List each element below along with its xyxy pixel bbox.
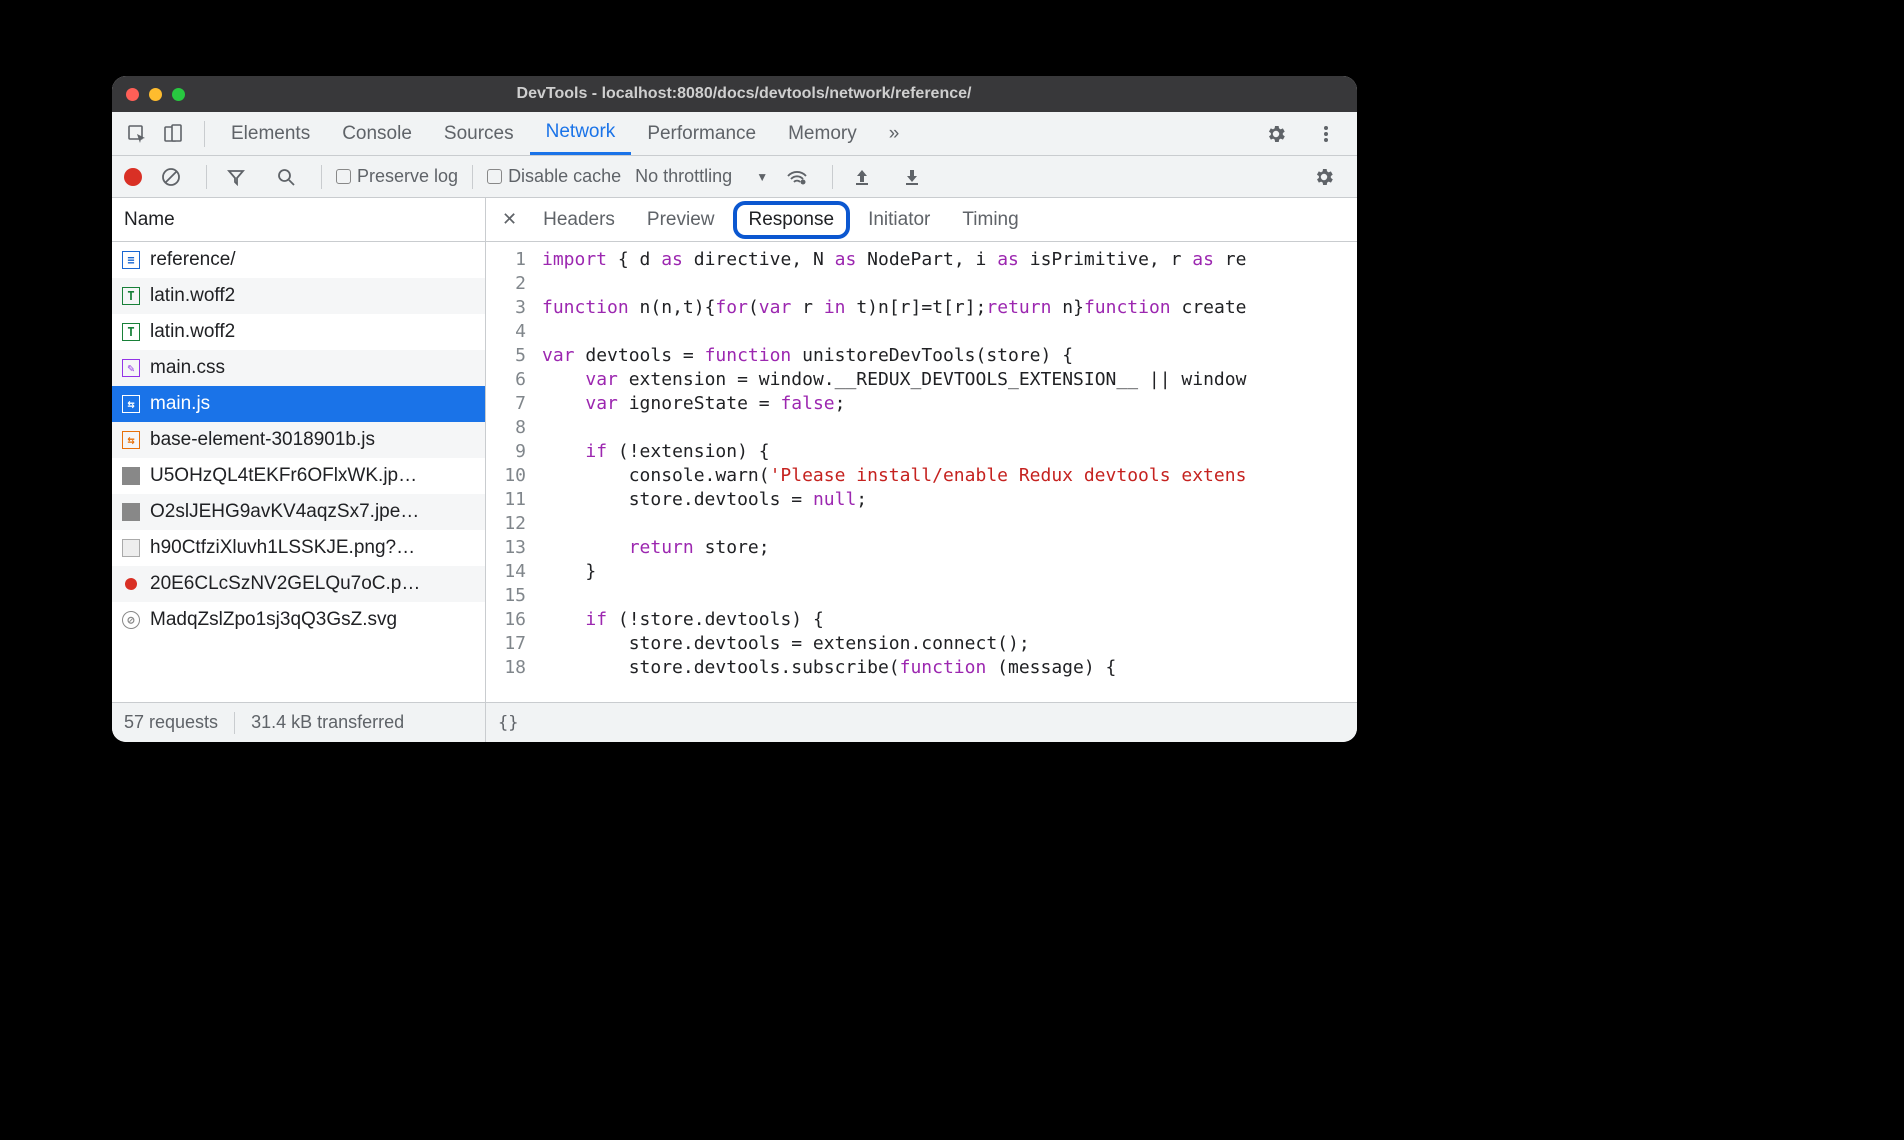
tab-performance[interactable]: Performance <box>631 112 772 155</box>
transferred-size: 31.4 kB transferred <box>251 712 404 733</box>
checkbox-icon <box>336 169 351 184</box>
request-name: main.css <box>150 357 225 379</box>
code-footer-bar: {} <box>486 702 1357 742</box>
disable-cache-checkbox[interactable]: Disable cache <box>487 166 621 187</box>
main-tab-bar: Elements Console Sources Network Perform… <box>112 112 1357 156</box>
clear-icon[interactable] <box>156 162 186 192</box>
request-name: U5OHzQL4tEKFr6OFlxWK.jp… <box>150 465 417 487</box>
requests-count: 57 requests <box>124 712 218 733</box>
disable-cache-label: Disable cache <box>508 166 621 187</box>
pretty-print-button[interactable]: {} <box>498 713 518 733</box>
js-file-icon: ⇆ <box>122 431 140 449</box>
record-button-icon[interactable] <box>124 168 142 186</box>
request-list-panel: Name ≡reference/Tlatin.woff2Tlatin.woff2… <box>112 198 486 742</box>
detail-tab-timing[interactable]: Timing <box>948 205 1032 235</box>
tab-overflow[interactable]: » <box>873 112 916 155</box>
img-file-icon <box>122 467 140 485</box>
css-file-icon: ✎ <box>122 359 140 377</box>
request-name: 20E6CLcSzNV2GELQu7oC.p… <box>150 573 420 595</box>
request-name: latin.woff2 <box>150 321 235 343</box>
detail-panel: ✕ Headers Preview Response Initiator Tim… <box>486 198 1357 742</box>
svg-file-icon: ⊘ <box>122 611 140 629</box>
throttling-dropdown[interactable]: No throttling ▼ <box>635 166 768 187</box>
png-file-icon <box>122 539 140 557</box>
close-window-icon[interactable] <box>126 88 139 101</box>
devtools-window: DevTools - localhost:8080/docs/devtools/… <box>112 76 1357 742</box>
detail-tab-response[interactable]: Response <box>733 201 851 239</box>
tab-sources[interactable]: Sources <box>428 112 530 155</box>
img-file-icon <box>122 503 140 521</box>
request-status-bar: 57 requests 31.4 kB transferred <box>112 702 485 742</box>
font-file-icon: T <box>122 323 140 341</box>
upload-har-icon[interactable] <box>847 162 877 192</box>
preserve-log-checkbox[interactable]: Preserve log <box>336 166 458 187</box>
font-file-icon: T <box>122 287 140 305</box>
request-name: O2slJEHG9avKV4aqzSx7.jpe… <box>150 501 419 523</box>
network-conditions-icon[interactable] <box>782 162 812 192</box>
device-toolbar-icon[interactable] <box>158 119 188 149</box>
detail-tab-initiator[interactable]: Initiator <box>854 205 944 235</box>
titlebar: DevTools - localhost:8080/docs/devtools/… <box>112 76 1357 112</box>
detail-tab-headers[interactable]: Headers <box>529 205 629 235</box>
request-row[interactable]: ⇆ base-element-3018901b.js <box>112 422 485 458</box>
request-row[interactable]: ⇆ main.js <box>112 386 485 422</box>
close-detail-icon[interactable]: ✕ <box>494 209 525 230</box>
network-settings-gear-icon[interactable] <box>1309 162 1339 192</box>
request-name: base-element-3018901b.js <box>150 429 375 451</box>
request-name: latin.woff2 <box>150 285 235 307</box>
separator <box>472 165 473 189</box>
window-title: DevTools - localhost:8080/docs/devtools/… <box>145 85 1343 103</box>
tab-network[interactable]: Network <box>530 112 632 155</box>
dropdown-arrow-icon: ▼ <box>756 170 768 184</box>
request-name: main.js <box>150 393 210 415</box>
detail-tab-bar: ✕ Headers Preview Response Initiator Tim… <box>486 198 1357 242</box>
request-list-body: ≡reference/Tlatin.woff2Tlatin.woff2✎main… <box>112 242 485 702</box>
line-number-gutter: 1 2 3 4 5 6 7 8 9 10 11 12 13 14 15 16 1… <box>486 242 534 702</box>
request-row[interactable]: 20E6CLcSzNV2GELQu7oC.p… <box>112 566 485 602</box>
request-row[interactable]: U5OHzQL4tEKFr6OFlxWK.jp… <box>112 458 485 494</box>
settings-gear-icon[interactable] <box>1261 119 1291 149</box>
code-content: import { d as directive, N as NodePart, … <box>534 242 1357 702</box>
preserve-log-label: Preserve log <box>357 166 458 187</box>
separator <box>832 165 833 189</box>
request-row[interactable]: O2slJEHG9avKV4aqzSx7.jpe… <box>112 494 485 530</box>
filter-icon[interactable] <box>221 162 251 192</box>
separator <box>234 712 235 734</box>
request-name: reference/ <box>150 249 236 271</box>
checkbox-icon <box>487 169 502 184</box>
separator <box>206 165 207 189</box>
throttling-label: No throttling <box>635 166 732 187</box>
detail-tab-preview[interactable]: Preview <box>633 205 729 235</box>
download-har-icon[interactable] <box>897 162 927 192</box>
tab-console[interactable]: Console <box>326 112 428 155</box>
separator <box>321 165 322 189</box>
request-row[interactable]: h90CtfziXluvh1LSSKJE.png?… <box>112 530 485 566</box>
request-name: h90CtfziXluvh1LSSKJE.png?… <box>150 537 415 559</box>
response-code-viewer[interactable]: 1 2 3 4 5 6 7 8 9 10 11 12 13 14 15 16 1… <box>486 242 1357 702</box>
tab-memory[interactable]: Memory <box>772 112 873 155</box>
request-row[interactable]: ✎ main.css <box>112 350 485 386</box>
network-toolbar: Preserve log Disable cache No throttling… <box>112 156 1357 198</box>
doc-file-icon: ≡ <box>122 251 140 269</box>
request-name: MadqZslZpo1sj3qQ3GsZ.svg <box>150 609 397 631</box>
js-file-icon: ⇆ <box>122 395 140 413</box>
request-row[interactable]: Tlatin.woff2 <box>112 314 485 350</box>
request-row[interactable]: ⊘ MadqZslZpo1sj3qQ3GsZ.svg <box>112 602 485 638</box>
request-row[interactable]: ≡ reference/ <box>112 242 485 278</box>
rec-file-icon <box>122 575 140 593</box>
search-icon[interactable] <box>271 162 301 192</box>
request-row[interactable]: Tlatin.woff2 <box>112 278 485 314</box>
request-list-header[interactable]: Name <box>112 198 485 242</box>
tab-elements[interactable]: Elements <box>215 112 326 155</box>
inspect-element-icon[interactable] <box>122 119 152 149</box>
kebab-menu-icon[interactable] <box>1311 119 1341 149</box>
separator <box>204 121 205 147</box>
split-view: Name ≡reference/Tlatin.woff2Tlatin.woff2… <box>112 198 1357 742</box>
